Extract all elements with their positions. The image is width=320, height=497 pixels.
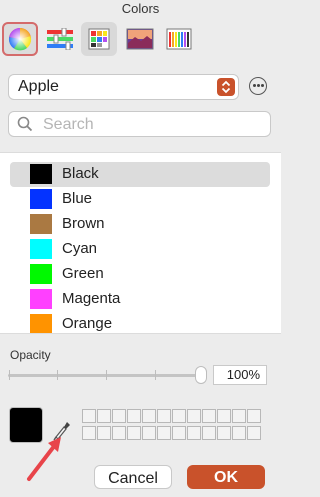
color-swatch (30, 214, 52, 234)
color-swatch (30, 239, 52, 259)
list-item-orange[interactable]: Orange (10, 312, 270, 333)
color-name: Orange (62, 315, 113, 332)
color-wheel-tab[interactable] (2, 22, 38, 56)
opacity-slider[interactable] (8, 366, 207, 384)
arrow-annotation (25, 433, 65, 488)
slider-tick (57, 370, 58, 380)
custom-swatch-cell[interactable] (232, 426, 246, 440)
custom-swatch-cell[interactable] (97, 409, 111, 423)
palette-popup[interactable]: Apple (8, 74, 239, 100)
custom-swatch-cell[interactable] (157, 409, 171, 423)
custom-swatch-cell[interactable] (127, 426, 141, 440)
list-item-blue[interactable]: Blue (10, 187, 270, 212)
color-name: Black (62, 165, 99, 182)
more-options-button[interactable] (249, 77, 267, 95)
opacity-label: Opacity (10, 348, 51, 362)
custom-swatch-cell[interactable] (187, 426, 201, 440)
search-input[interactable] (41, 114, 265, 136)
custom-swatch-cell[interactable] (232, 409, 246, 423)
color-palettes-tab[interactable] (81, 22, 117, 56)
color-name: Brown (62, 215, 105, 232)
custom-swatch-cell[interactable] (82, 426, 96, 440)
color-sliders-tab[interactable] (42, 22, 78, 56)
slider-tick (106, 370, 107, 380)
custom-swatch-cell[interactable] (82, 409, 96, 423)
slider-tick (155, 370, 156, 380)
color-swatch (30, 264, 52, 284)
color-swatch (30, 189, 52, 209)
custom-swatch-cell[interactable] (157, 426, 171, 440)
custom-swatch-cell[interactable] (217, 426, 231, 440)
custom-swatch-cell[interactable] (97, 426, 111, 440)
mode-toolbar (0, 18, 281, 60)
ellipsis-icon (252, 84, 256, 87)
custom-swatch-cell[interactable] (187, 409, 201, 423)
custom-swatch-cell[interactable] (142, 426, 156, 440)
custom-swatch-cell[interactable] (172, 409, 186, 423)
custom-swatch-cell[interactable] (127, 409, 141, 423)
list-item-green[interactable]: Green (10, 262, 270, 287)
search-field[interactable] (8, 111, 271, 137)
custom-swatch-cell[interactable] (247, 426, 261, 440)
slider-knob[interactable] (195, 366, 207, 384)
color-swatch (30, 289, 52, 309)
list-item-brown[interactable]: Brown (10, 212, 270, 237)
custom-swatch-cell[interactable] (247, 409, 261, 423)
window-title: Colors (121, 1, 160, 16)
search-icon (17, 116, 33, 137)
custom-swatch-cell[interactable] (172, 426, 186, 440)
color-name: Magenta (62, 290, 121, 307)
ok-button[interactable]: OK (187, 465, 265, 489)
cancel-button[interactable]: Cancel (94, 465, 172, 489)
slider-tick (9, 370, 10, 380)
list-item-cyan[interactable]: Cyan (10, 237, 270, 262)
opacity-value-field[interactable]: 100% (213, 365, 267, 385)
custom-swatch-cell[interactable] (112, 426, 126, 440)
palette-popup-label: Apple (18, 78, 59, 95)
list-item-black[interactable]: Black (10, 162, 270, 187)
colors-panel: Colors Apple Search Black Blue Brown Cya… (0, 0, 281, 497)
custom-swatch-cell[interactable] (142, 409, 156, 423)
custom-swatch-cell[interactable] (202, 426, 216, 440)
color-swatch (30, 314, 52, 333)
color-swatch (30, 164, 52, 184)
color-name: Green (62, 265, 104, 282)
custom-swatch-cell[interactable] (217, 409, 231, 423)
custom-swatch-cell[interactable] (112, 409, 126, 423)
list-item-magenta[interactable]: Magenta (10, 287, 270, 312)
color-name: Cyan (62, 240, 98, 257)
color-name: Blue (62, 190, 93, 207)
custom-swatch-cell[interactable] (202, 409, 216, 423)
color-list[interactable]: Black Blue Brown Cyan Green Magenta Oran… (0, 152, 281, 334)
image-palettes-tab[interactable] (122, 22, 158, 56)
chevron-updown-icon (217, 78, 235, 96)
pencils-tab[interactable] (161, 22, 197, 56)
